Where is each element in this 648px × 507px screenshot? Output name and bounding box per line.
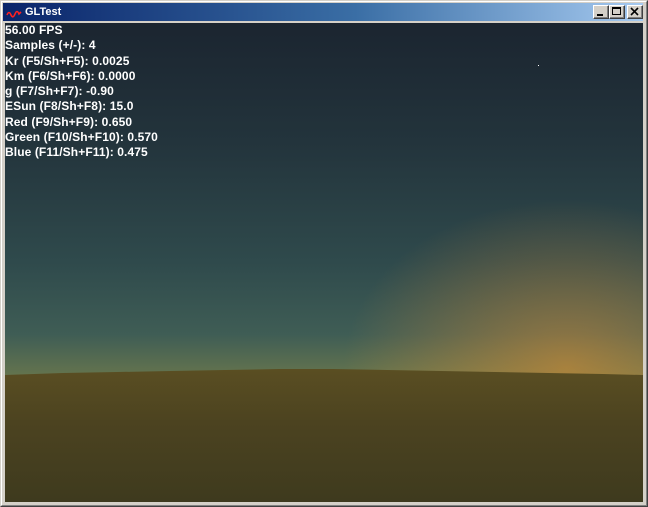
close-button[interactable] [627, 5, 643, 19]
hud-kr: Kr (F5/Sh+F5): 0.0025 [5, 53, 130, 68]
hud-g: g (F7/Sh+F7): -0.90 [5, 84, 114, 99]
hud-blue: Blue (F11/Sh+F11): 0.475 [5, 145, 148, 160]
hud-esun: ESun (F8/Sh+F8): 15.0 [5, 99, 134, 114]
ground [5, 369, 643, 502]
window-title: GLTest [25, 6, 62, 18]
minimize-icon [597, 14, 603, 16]
hud-fps: 56.00 FPS [5, 23, 63, 37]
maximize-icon [612, 7, 621, 15]
app-icon [6, 5, 22, 19]
hud-km: Km (F6/Sh+F6): 0.0000 [5, 68, 136, 83]
hud-green: Green (F10/Sh+F10): 0.570 [5, 130, 158, 145]
gl-viewport[interactable]: 56.00 FPS Samples (+/-): 4 Kr (F5/Sh+F5)… [5, 23, 643, 502]
hud-overlay: 56.00 FPS Samples (+/-): 4 Kr (F5/Sh+F5)… [5, 23, 158, 161]
maximize-button[interactable] [609, 5, 625, 19]
minimize-button[interactable] [593, 5, 609, 19]
app-window: GLTest 56.00 FPS Samples (+/-): 4 Kr (F5… [0, 0, 648, 507]
title-bar[interactable]: GLTest [3, 3, 643, 21]
star [538, 65, 539, 66]
close-icon [630, 7, 639, 16]
hud-samples: Samples (+/-): 4 [5, 38, 96, 53]
hud-red: Red (F9/Sh+F9): 0.650 [5, 114, 133, 129]
